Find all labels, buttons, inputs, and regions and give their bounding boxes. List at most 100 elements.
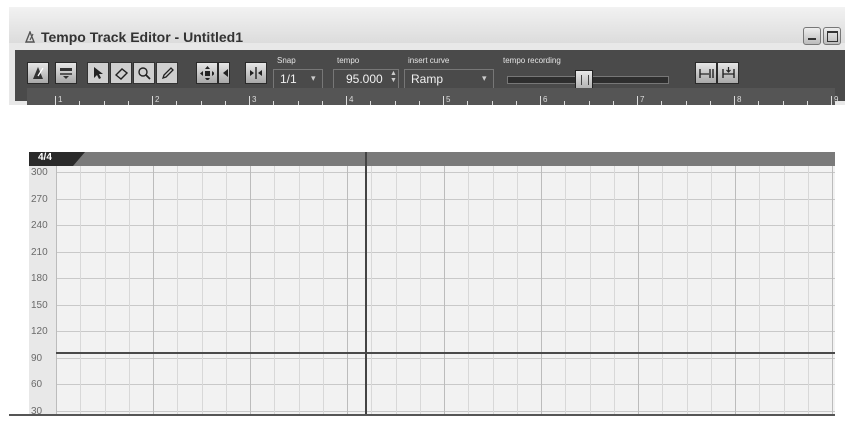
zoom-tool[interactable]: [133, 62, 155, 84]
ruler-beat-tick: [224, 101, 226, 105]
grid-line-horizontal: [56, 225, 835, 226]
grid-line-beat: [420, 166, 421, 414]
bar-ruler[interactable]: 1 2 3 4 5 6 7 8 9: [27, 88, 839, 105]
draw-tool[interactable]: [156, 62, 178, 84]
tempo-grid[interactable]: [56, 166, 835, 414]
autoscroll-options-button[interactable]: [218, 62, 230, 84]
ruler-beat-tick: [79, 101, 81, 105]
ruler-bar-label: 9: [834, 95, 839, 104]
grid-line-beat: [396, 166, 397, 414]
metronome-icon: [24, 31, 36, 43]
show-info-button[interactable]: [55, 62, 77, 84]
ruler-bar-tick: [443, 96, 444, 105]
grid-line-horizontal: [56, 357, 835, 359]
grid-line-beat: [129, 166, 130, 414]
eraser-icon: [114, 68, 128, 80]
tempo-recording-label: tempo recording: [503, 56, 561, 65]
ruler-bar-label: 4: [349, 95, 354, 104]
minimize-button[interactable]: [803, 27, 821, 45]
time-signature-lane: 4/4: [29, 152, 835, 166]
ruler-beat-tick: [321, 101, 323, 105]
ruler-beat-tick: [758, 101, 760, 105]
insert-curve-label: insert curve: [408, 56, 450, 65]
ruler-beat-tick: [176, 101, 178, 105]
grid-line-bar: [638, 166, 639, 414]
grid-line-bar: [444, 166, 445, 414]
erase-tool[interactable]: [110, 62, 132, 84]
ruler-beat-tick: [564, 101, 566, 105]
grid-line-beat: [371, 166, 372, 414]
insert-curve-select[interactable]: Ramp: [404, 69, 494, 89]
info-line-icon: [60, 68, 72, 79]
grid-line-horizontal: [56, 410, 835, 412]
tempo-value: 95.000: [346, 72, 383, 86]
ruler-beat-tick: [273, 101, 275, 105]
grid-line-beat: [565, 166, 566, 414]
grid-line-beat: [614, 166, 615, 414]
process-tempo-button[interactable]: [717, 62, 739, 84]
grid-line-bar: [153, 166, 154, 414]
tempo-axis-label: 300: [31, 167, 48, 178]
snap-toggle-button[interactable]: [245, 62, 267, 84]
grid-line-horizontal: [56, 172, 835, 173]
project-cursor[interactable]: [365, 152, 367, 416]
grid-line-beat: [105, 166, 106, 414]
tempo-axis-label: 180: [31, 273, 48, 284]
dropdown-arrow-icon: ▾: [311, 73, 316, 83]
grid-line-beat: [759, 166, 760, 414]
ruler-beat-tick: [491, 101, 493, 105]
autoscroll-button[interactable]: [196, 62, 218, 84]
grid-line-beat: [202, 166, 203, 414]
ruler-beat-tick: [370, 101, 372, 105]
grid-line-bar: [541, 166, 542, 414]
title-bar[interactable]: Tempo Track Editor - Untitled1: [9, 7, 845, 45]
ruler-bar-label: 1: [58, 95, 63, 104]
tempo-axis-label: 210: [31, 246, 48, 258]
grid-line-beat: [177, 166, 178, 414]
arrow-pointer-icon: [94, 67, 103, 79]
ruler-beat-tick: [661, 101, 663, 105]
metronome-icon: [33, 67, 44, 79]
tempo-curve[interactable]: [56, 352, 835, 355]
ruler-beat-tick: [418, 101, 420, 105]
insert-curve-value: Ramp: [411, 72, 444, 86]
tempo-axis-label: 60: [31, 379, 43, 390]
tempo-axis: 300 270 240 210 180 150 120 90 60 30: [29, 166, 56, 417]
grid-line-horizontal: [56, 304, 835, 306]
ruler-bar-tick: [637, 96, 638, 105]
ruler-beat-tick: [297, 101, 299, 105]
ruler-bar-tick: [346, 96, 347, 105]
ruler-bar-label: 6: [543, 95, 548, 104]
ruler-beat-tick: [467, 101, 469, 105]
spinner-arrows-icon[interactable]: ▲ ▼: [390, 70, 397, 84]
object-select-tool[interactable]: [87, 62, 109, 84]
metronome-toggle-button[interactable]: [27, 62, 49, 84]
snap-icon: [250, 67, 262, 79]
snap-value: 1/1: [280, 72, 297, 86]
ruler-bar-label: 5: [446, 95, 451, 104]
bottom-border: [9, 414, 835, 416]
ruler-beat-tick: [103, 101, 105, 105]
grid-line-bar: [735, 166, 736, 414]
grid-line-bar: [250, 166, 251, 414]
grid-line-bar: [832, 166, 833, 414]
tempo-axis-label: 150: [31, 299, 48, 311]
ruler-beat-tick: [685, 101, 687, 105]
maximize-button[interactable]: [823, 27, 841, 45]
process-bars-icon: [699, 69, 714, 78]
ruler-beat-tick: [515, 101, 517, 105]
ruler-beat-tick: [612, 101, 614, 105]
grid-line-bar: [347, 166, 348, 414]
tempo-axis-label: 240: [31, 220, 48, 231]
tempo-recording-slider-knob[interactable]: [574, 70, 593, 90]
grid-line-beat: [226, 166, 227, 414]
grid-line-beat: [590, 166, 591, 414]
grid-line-beat: [517, 166, 518, 414]
process-bars-button[interactable]: [695, 62, 717, 84]
grid-line-beat: [711, 166, 712, 414]
ruler-beat-tick: [127, 101, 129, 105]
time-signature-label: 4/4: [38, 152, 52, 163]
pencil-icon: [161, 67, 174, 80]
ruler-bar-tick: [249, 96, 250, 105]
grid-line-horizontal: [56, 278, 835, 279]
